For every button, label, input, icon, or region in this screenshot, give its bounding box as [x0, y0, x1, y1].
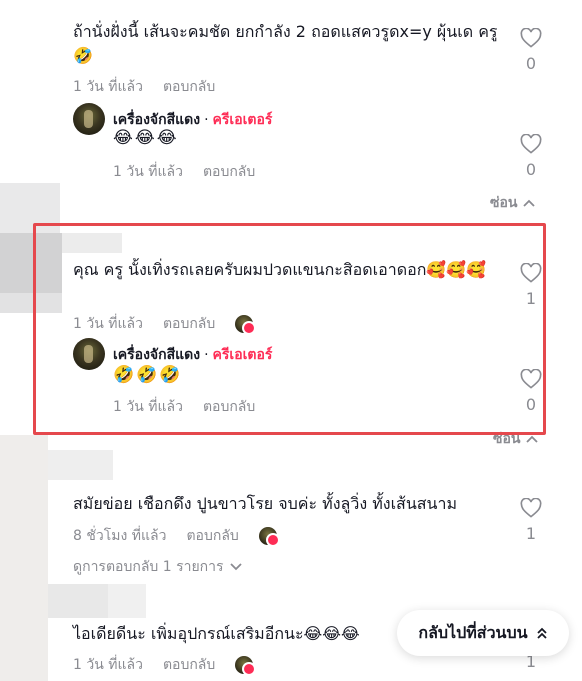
comment-time: 1 วัน ที่แล้ว	[73, 657, 143, 673]
reply-button[interactable]: ตอบกลับ	[186, 525, 238, 547]
avatar[interactable]	[73, 103, 105, 135]
blurred-avatar-region	[48, 584, 108, 618]
reply-button[interactable]: ตอบกลับ	[203, 161, 255, 183]
comment-meta: 1 วัน ที่แล้ว ตอบกลับ	[73, 76, 215, 98]
separator: ·	[204, 112, 209, 128]
double-chevron-up-icon	[536, 627, 547, 639]
highlight-annotation-box	[33, 223, 546, 435]
creator-liked-avatar	[258, 527, 280, 547]
blurred-avatar-region	[48, 450, 113, 480]
like-button[interactable]: 1	[516, 498, 546, 543]
back-to-top-label: กลับไปที่ส่วนบน	[418, 622, 528, 642]
creator-badge: ครีเอเตอร์	[212, 112, 273, 128]
like-count: 0	[525, 160, 537, 179]
blurred-avatar-region	[108, 584, 146, 618]
comment-meta: 8 ชั่วโมง ที่แล้ว ตอบกลับ	[73, 525, 280, 547]
view-replies-button[interactable]: ดูการตอบกลับ 1 รายการ	[73, 556, 242, 578]
reply-time: 1 วัน ที่แล้ว	[113, 164, 183, 180]
hide-replies-button[interactable]: ซ่อน	[490, 192, 536, 214]
chevron-down-icon	[229, 563, 242, 571]
hide-label: ซ่อน	[490, 195, 518, 211]
comment-item: ไอเดียดีนะ เพิ่มอุปกรณ์เสริมอีกนะ😂😂😂	[73, 622, 403, 646]
comment-meta: 1 วัน ที่แล้ว ตอบกลับ	[73, 654, 257, 676]
reply-meta: 1 วัน ที่แล้ว ตอบกลับ	[113, 161, 255, 183]
like-button[interactable]: 0	[516, 134, 546, 179]
comment-time: 8 ชั่วโมง ที่แล้ว	[73, 528, 167, 544]
comment-item: ถ้านั่งฝั่งนี้ เส้นจะคมชัด ยกกำลัง 2 ถอด…	[73, 20, 513, 68]
like-button[interactable]: 0	[516, 28, 546, 73]
heart-outline-icon	[520, 28, 542, 48]
back-to-top-button[interactable]: กลับไปที่ส่วนบน	[397, 610, 569, 656]
comment-text: ไอเดียดีนะ เพิ่มอุปกรณ์เสริมอีกนะ😂😂😂	[73, 624, 360, 643]
reply-button[interactable]: ตอบกลับ	[163, 76, 215, 98]
chevron-up-icon	[526, 435, 539, 443]
blurred-avatar-region	[0, 435, 48, 681]
comment-text: ถ้านั่งฝั่งนี้ เส้นจะคมชัด ยกกำลัง 2 ถอด…	[73, 22, 498, 65]
reply-button[interactable]: ตอบกลับ	[163, 654, 215, 676]
view-replies-label: ดูการตอบกลับ 1 รายการ	[73, 559, 224, 575]
like-count: 0	[525, 54, 537, 73]
comment-text: สมัยข่อย เชือกดึง ปูนขาวโรย จบค่ะ ทั้งลู…	[73, 494, 457, 513]
reply-username[interactable]: เครื่องจักสีแดง	[113, 112, 200, 128]
creator-liked-avatar	[235, 656, 257, 676]
like-count: 1	[525, 524, 537, 543]
comment-item: สมัยข่อย เชือกดึง ปูนขาวโรย จบค่ะ ทั้งลู…	[73, 492, 513, 516]
comment-time: 1 วัน ที่แล้ว	[73, 79, 143, 95]
chevron-up-icon	[523, 199, 536, 207]
heart-outline-icon	[520, 498, 542, 518]
heart-outline-icon	[520, 134, 542, 154]
reply-text: 😂😂😂	[113, 128, 179, 148]
